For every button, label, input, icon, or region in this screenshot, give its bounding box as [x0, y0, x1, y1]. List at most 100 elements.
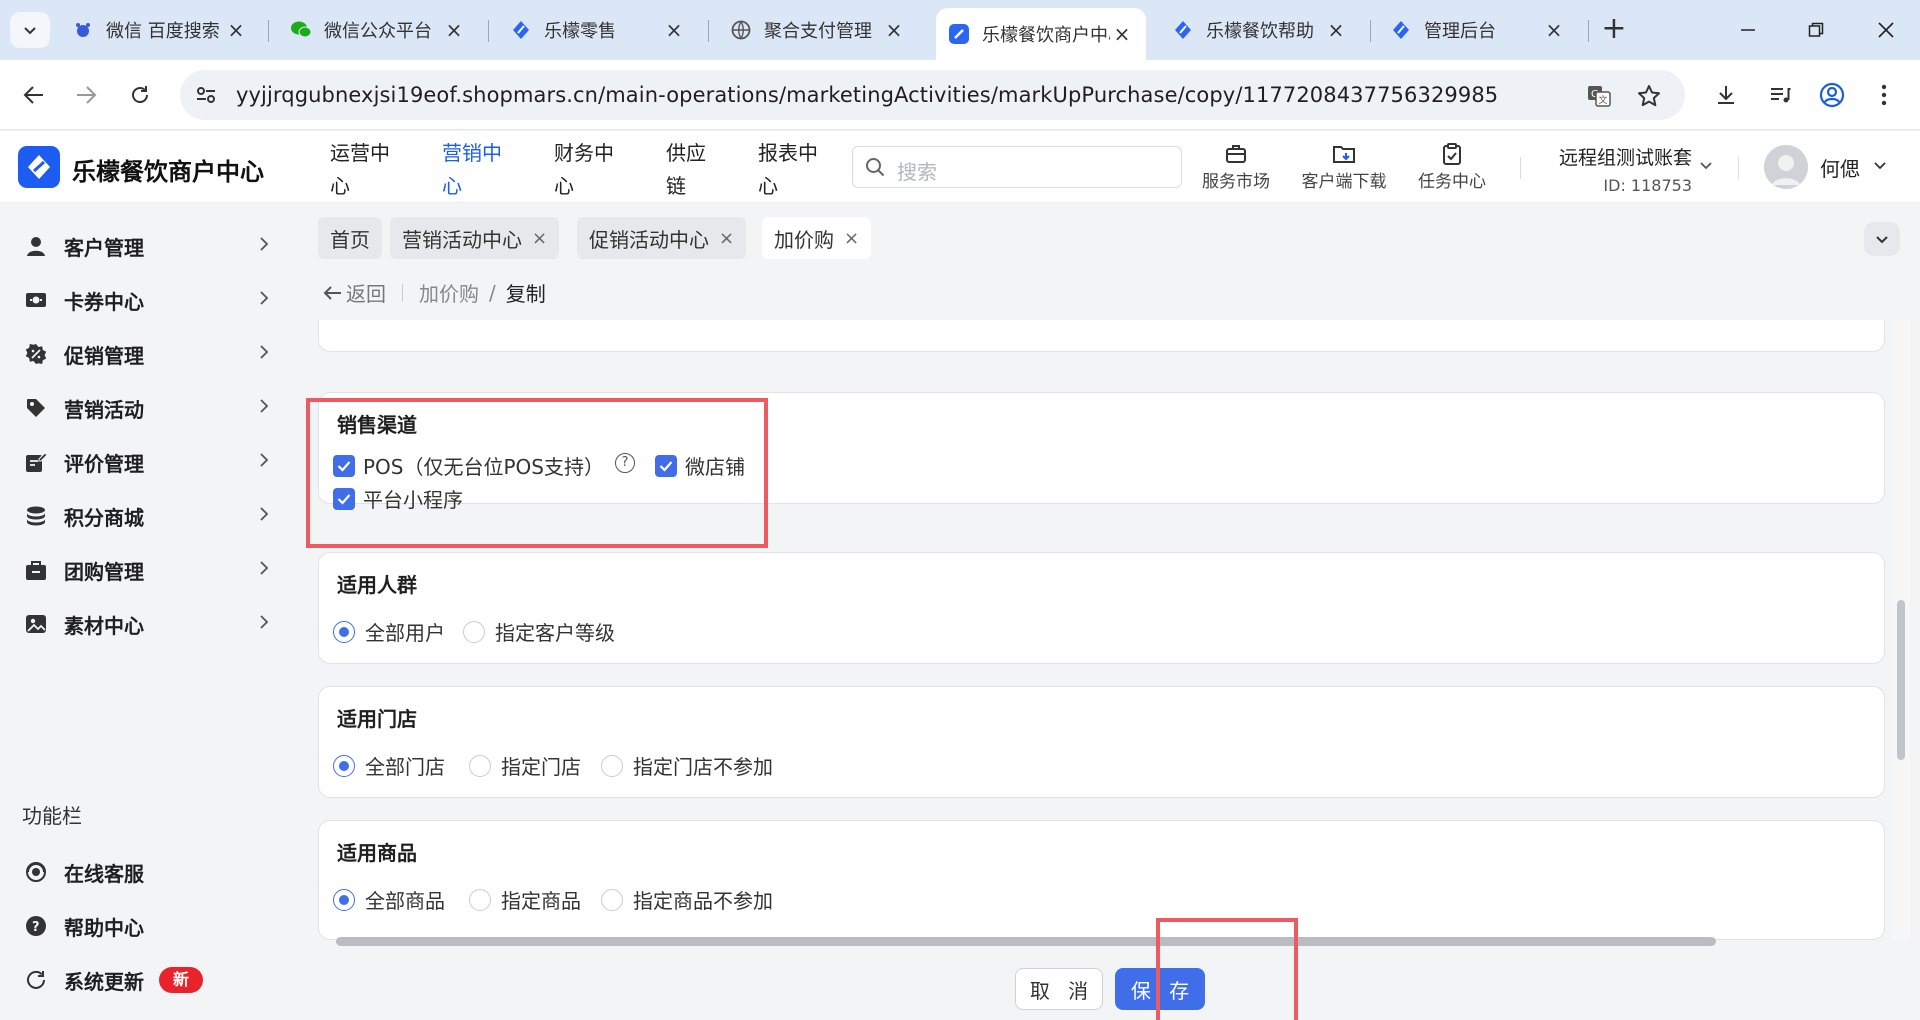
profile-button[interactable] [1814, 77, 1850, 113]
radio-label: 指定门店 [501, 755, 581, 779]
download-button[interactable] [1708, 77, 1744, 113]
account-switcher[interactable]: 远程组测试账套 ID: 118753 [1552, 143, 1692, 195]
search-icon [865, 157, 885, 182]
forward-button[interactable] [68, 77, 104, 113]
audience-card: 适用人群 全部用户 指定客户等级 [318, 552, 1885, 664]
chevron-down-icon[interactable] [1698, 157, 1714, 178]
save-button[interactable]: 保 存 [1115, 968, 1205, 1010]
sidebar-item-materials[interactable]: 素材中心 [0, 597, 300, 651]
stores-exclude-radio[interactable]: 指定门店不参加 [601, 751, 773, 780]
back-link[interactable]: 返回 [322, 278, 386, 307]
browser-tab[interactable]: 乐檬零售 × [498, 10, 698, 50]
browser-tab[interactable]: 微信公众平台 × [278, 10, 478, 50]
nav-supply-chain[interactable]: 供应 链 [666, 137, 736, 203]
service-market-button[interactable]: 服务市场 [1186, 141, 1286, 192]
sidebar-item-coupons[interactable]: 卡券中心 [0, 273, 300, 327]
browser-tab[interactable]: 微信 百度搜索 × [60, 10, 260, 50]
page-tab-marketing-center[interactable]: 营销活动中心 × [390, 217, 560, 259]
nav-operations[interactable]: 运营中 心 [330, 137, 400, 203]
new-tab-button[interactable]: + [1596, 14, 1632, 46]
nav-label: 财务中 [554, 141, 614, 165]
minimize-button[interactable] [1726, 10, 1770, 50]
close-icon[interactable]: × [662, 18, 686, 42]
breadcrumb-parent[interactable]: 加价购 [419, 278, 479, 307]
close-icon[interactable]: × [1110, 22, 1134, 46]
star-icon[interactable] [1636, 83, 1662, 109]
task-center-button[interactable]: 任务中心 [1402, 141, 1502, 192]
channel-micro-shop-checkbox[interactable]: 微店铺 [655, 451, 745, 480]
chevron-right-icon [258, 452, 270, 473]
stores-specific-radio[interactable]: 指定门店 [469, 751, 581, 780]
sidebar-item-online-support[interactable]: 在线客服 [0, 845, 300, 899]
nav-reports[interactable]: 报表中 心 [758, 137, 828, 203]
tab-search-button[interactable] [10, 12, 50, 48]
close-icon[interactable]: × [719, 228, 734, 249]
client-download-button[interactable]: 客户端下载 [1294, 141, 1394, 192]
tab-separator [268, 20, 269, 42]
scrollbar-thumb[interactable] [1897, 600, 1905, 760]
nav-finance[interactable]: 财务中 心 [554, 137, 624, 203]
close-icon[interactable]: × [532, 228, 547, 249]
close-icon[interactable]: × [224, 18, 248, 42]
breadcrumb-separator: / [489, 280, 496, 305]
browser-menu-button[interactable] [1866, 77, 1902, 113]
sidebar-item-group-buy[interactable]: 团购管理 [0, 543, 300, 597]
lemeng-logo-icon[interactable] [18, 146, 60, 188]
sidebar-item-system-update[interactable]: 系统更新 新 [0, 953, 300, 1007]
browser-tab-active[interactable]: 乐檬餐饮商户中心 × [936, 8, 1146, 60]
back-button[interactable] [16, 77, 52, 113]
sidebar-item-promotions[interactable]: 促销管理 [0, 327, 300, 381]
reload-icon [132, 86, 148, 103]
channel-mini-program-checkbox[interactable]: 平台小程序 [333, 484, 463, 513]
account-name: 远程组测试账套 [1558, 147, 1692, 169]
scrollbar-thumb[interactable] [336, 937, 1716, 946]
products-exclude-radio[interactable]: 指定商品不参加 [601, 885, 773, 914]
close-icon[interactable]: × [442, 18, 466, 42]
vertical-scrollbar[interactable] [1892, 320, 1910, 940]
close-window-button[interactable] [1864, 10, 1908, 50]
close-icon [1878, 22, 1894, 38]
browser-tab[interactable]: 乐檬餐饮帮助 × [1160, 10, 1360, 50]
tabs-collapse-button[interactable] [1864, 222, 1900, 256]
sidebar-item-reviews[interactable]: 评价管理 [0, 435, 300, 489]
products-all-radio[interactable]: 全部商品 [333, 885, 445, 914]
chevron-down-icon[interactable] [1872, 157, 1888, 178]
tab-title: 微信公众平台 [324, 21, 432, 42]
nav-marketing[interactable]: 营销中 心 [442, 137, 512, 203]
browser-tab[interactable]: 管理后台 × [1378, 10, 1578, 50]
search-placeholder: 搜索 [897, 160, 937, 184]
coins-icon [24, 504, 48, 528]
question-icon[interactable]: ? [615, 453, 635, 473]
close-icon[interactable]: × [1542, 18, 1566, 42]
chevron-right-icon [258, 614, 270, 635]
translate-icon[interactable]: G文 [1586, 83, 1612, 109]
restore-button[interactable] [1794, 10, 1838, 50]
search-input[interactable]: 搜索 [852, 146, 1182, 188]
url-field[interactable]: yyjjrqgubnexjsi19eof.shopmars.cn/main-op… [180, 70, 1685, 120]
browser-tab[interactable]: 聚合支付管理 × [718, 10, 918, 50]
channel-pos-checkbox[interactable]: POS（仅无台位POS支持） [333, 451, 604, 480]
close-icon[interactable]: × [1324, 18, 1348, 42]
sidebar-item-points-mall[interactable]: 积分商城 [0, 489, 300, 543]
media-button[interactable] [1762, 77, 1798, 113]
account-id: ID: 118753 [1603, 176, 1692, 195]
sidebar-item-marketing[interactable]: 营销活动 [0, 381, 300, 435]
audience-level-radio[interactable]: 指定客户等级 [463, 617, 615, 646]
close-icon[interactable]: × [844, 228, 859, 249]
audience-all-radio[interactable]: 全部用户 [333, 617, 445, 646]
sidebar-item-customers[interactable]: 客户管理 [0, 219, 300, 273]
cancel-button[interactable]: 取 消 [1015, 968, 1103, 1010]
radio-label: 指定商品 [501, 889, 581, 913]
site-settings-icon[interactable] [194, 83, 218, 112]
url-text: yyjjrqgubnexjsi19eof.shopmars.cn/main-op… [236, 83, 1499, 107]
avatar[interactable] [1764, 145, 1808, 189]
reload-button[interactable] [122, 77, 158, 113]
horizontal-scrollbar[interactable] [318, 934, 1884, 948]
sidebar-item-help-center[interactable]: ? 帮助中心 [0, 899, 300, 953]
close-icon[interactable]: × [882, 18, 906, 42]
page-tab-promotion-center[interactable]: 促销活动中心 × [577, 217, 747, 259]
page-tab-markup-purchase[interactable]: 加价购 × [762, 217, 872, 259]
products-specific-radio[interactable]: 指定商品 [469, 885, 581, 914]
stores-all-radio[interactable]: 全部门店 [333, 751, 445, 780]
page-tab-home[interactable]: 首页 [318, 217, 382, 259]
